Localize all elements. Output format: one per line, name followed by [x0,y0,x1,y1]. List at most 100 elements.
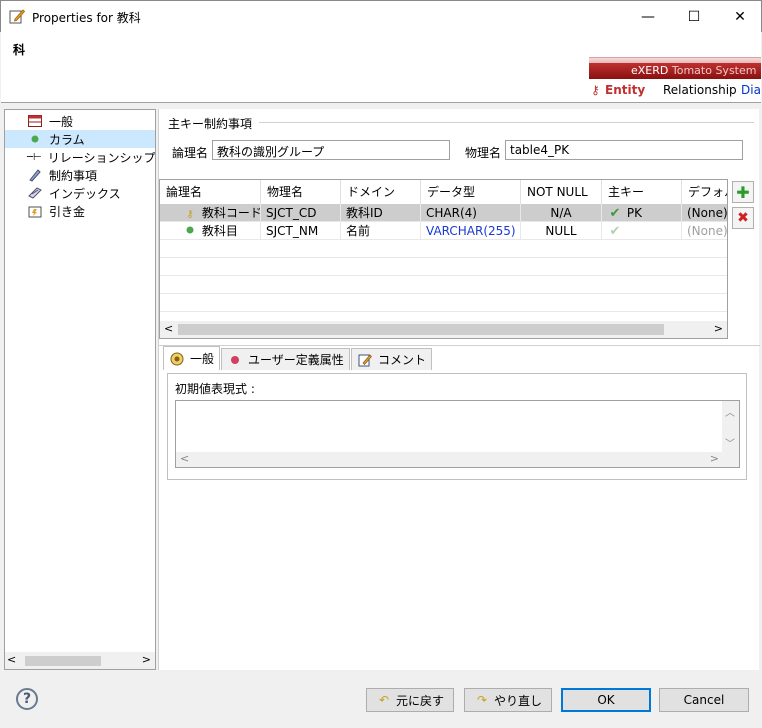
cell-default[interactable]: (None) [682,204,727,222]
title-bar: Properties for 教科 — ☐ ✕ [0,0,762,32]
comment-icon [357,352,373,368]
ok-button[interactable]: OK [561,688,651,712]
delete-column-button[interactable]: ✖ [732,207,754,229]
scroll-left-icon[interactable]: < [164,322,173,335]
default-expression-textarea[interactable]: ︿ ﹀ < > [175,400,740,468]
brand-name: eXERD [631,64,669,77]
cell-domain[interactable]: 名前 [341,222,421,240]
tab-comment[interactable]: コメント [351,348,433,370]
col-header-pk[interactable]: 主キー [602,180,682,204]
tree-horizontal-scrollbar[interactable]: < > [5,652,155,669]
tab-label: 一般 [190,352,215,366]
pk-logical-label: 論理名 [172,146,209,160]
tab-relationship[interactable]: Relationship [663,83,737,97]
undo-label: 元に戻す [395,693,444,708]
brand-label: eXERD Tomato System [631,64,756,77]
redo-arrow-icon: ↷ [476,693,488,707]
table-horizontal-scrollbar[interactable]: < > [160,321,727,338]
cell-physical[interactable]: SJCT_NM [261,222,341,240]
scroll-thumb[interactable] [25,656,101,666]
undo-arrow-icon: ↶ [378,693,390,707]
cell-pk[interactable]: ✔ PK [602,204,682,222]
col-header-physical[interactable]: 物理名 [261,180,341,204]
scroll-left-icon[interactable]: < [180,452,189,465]
textarea-horizontal-scrollbar[interactable]: < > [176,452,739,467]
col-header-default[interactable]: デフォル [682,180,727,204]
table-row-empty [160,294,727,312]
cell-pk-text: PK [626,206,642,220]
tree-item-indexes[interactable]: インデックス [5,184,155,202]
plus-icon: ✚ [736,182,750,202]
scroll-down-icon[interactable]: ﹀ [725,435,735,450]
cell-datatype[interactable]: VARCHAR(255) [421,222,521,240]
tab-label: ユーザー定義属性 [248,353,344,367]
scroll-left-icon[interactable]: < [7,653,16,666]
redo-button[interactable]: ↷ やり直し [464,688,552,712]
columns-table[interactable]: 論理名 物理名 ドメイン データ型 NOT NULL 主キー デフォル ⚷ 教科… [159,179,728,339]
tree-item-triggers[interactable]: 引き金 [5,202,155,220]
scroll-up-icon[interactable]: ︿ [725,404,735,419]
redo-label: やり直し [493,693,542,708]
close-button[interactable]: ✕ [717,1,762,32]
default-expression-label: 初期値表現式 : [175,382,255,396]
brand-system: Tomato System [671,64,757,77]
category-tree[interactable]: 一般 カラム ─⊢ リレーションシップ 制約事項 インデックス 引き金 < > [4,109,156,670]
table-row[interactable]: 教科目 SJCT_NM 名前 VARCHAR(255) NULL ✔ (None… [160,222,727,240]
check-icon: ✔ [609,224,621,239]
cell-default[interactable]: (None) [682,222,727,240]
banner-bar: eXERD Tomato System [589,63,761,79]
help-icon[interactable]: ? [16,688,38,710]
cell-logical[interactable]: ⚷ 教科コード [160,204,261,222]
col-header-domain[interactable]: ドメイン [341,180,421,204]
banner-tabs: ⚷ Entity Relationship Diag [589,79,761,101]
cell-notnull[interactable]: NULL [521,222,602,240]
tree-item-columns[interactable]: カラム [5,130,155,148]
tab-diagram[interactable]: Diag [741,83,761,97]
cell-logical-text: 教科目 [201,224,238,238]
tree-item-label: リレーションシップ [47,150,155,165]
scroll-right-icon[interactable]: > [710,452,719,465]
cell-logical[interactable]: 教科目 [160,222,261,240]
pk-physical-field[interactable]: table4_PK [505,140,743,160]
maximize-button[interactable]: ☐ [671,1,717,32]
window-title: Properties for 教科 [32,11,141,25]
tree-item-relationship[interactable]: ─⊢ リレーションシップ [5,148,155,166]
group-divider [259,122,754,123]
cell-domain[interactable]: 教科ID [341,204,421,222]
tree-item-constraints[interactable]: 制約事項 [5,166,155,184]
columns-panel: 主キー制約事項 論理名 教科の識別グループ 物理名 table4_PK 論理名 … [158,109,760,670]
tree-item-label: 引き金 [49,204,86,219]
scroll-thumb[interactable] [178,324,664,335]
minimize-button[interactable]: — [625,1,671,32]
col-header-notnull[interactable]: NOT NULL [521,180,602,204]
tab-general[interactable]: 一般 [163,346,221,370]
pk-logical-field[interactable]: 教科の識別グループ [212,140,450,160]
col-header-logical[interactable]: 論理名 [160,180,261,204]
index-icon [27,185,43,201]
tab-user-attributes[interactable]: ユーザー定義属性 [221,348,350,370]
delete-x-icon: ✖ [737,210,749,226]
tab-entity[interactable]: ⚷ Entity [591,83,645,97]
col-header-datatype[interactable]: データ型 [421,180,521,204]
constraint-icon [27,167,43,183]
tab-label: コメント [378,353,427,367]
tree-item-label: インデックス [49,186,121,201]
general-tab-icon [169,351,185,367]
cell-notnull[interactable]: N/A [521,204,602,222]
tree-item-general[interactable]: 一般 [5,112,155,130]
exerd-banner: eXERD Tomato System ⚷ Entity Relationship… [589,57,761,102]
textarea-vertical-scrollbar[interactable]: ︿ ﹀ [722,401,739,452]
scroll-right-icon[interactable]: > [714,322,723,335]
undo-button[interactable]: ↶ 元に戻す [366,688,454,712]
cell-pk[interactable]: ✔ [602,222,682,240]
cell-datatype[interactable]: CHAR(4) [421,204,521,222]
pk-group-title: 主キー制約事項 [168,117,253,131]
tab-entity-label: Entity [605,83,646,97]
scroll-right-icon[interactable]: > [142,653,151,666]
table-row-empty [160,240,727,258]
cancel-button[interactable]: Cancel [659,688,749,712]
add-column-button[interactable]: ✚ [732,181,754,203]
column-dot-icon [27,131,43,147]
cell-physical[interactable]: SJCT_CD [261,204,341,222]
table-row[interactable]: ⚷ 教科コード SJCT_CD 教科ID CHAR(4) N/A ✔ PK (N… [160,204,727,222]
